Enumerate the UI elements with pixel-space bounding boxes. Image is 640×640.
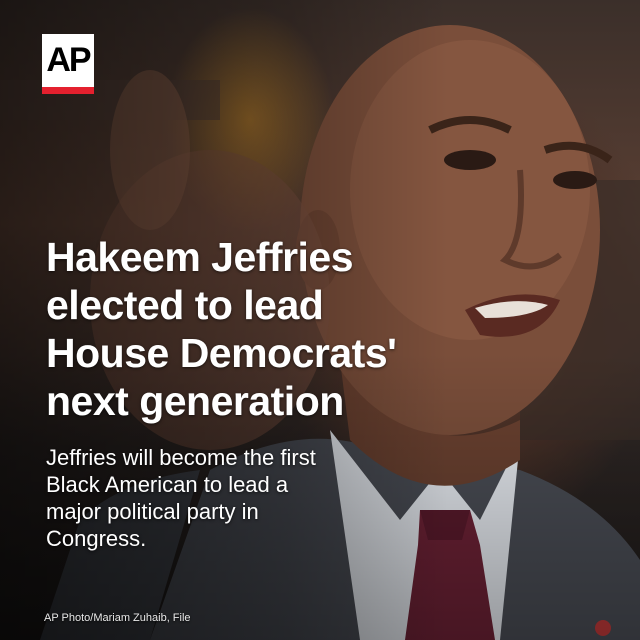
subhead: Jeffries will become the first Black Ame… <box>46 445 316 551</box>
photo-credit: AP Photo/Mariam Zuhaib, File <box>44 612 191 624</box>
ap-logo-text: AP <box>46 41 91 79</box>
ap-logo: AP <box>42 34 94 94</box>
headline: Hakeem Jeffries elected to lead House De… <box>46 234 397 424</box>
news-card: AP Hakeem Jeffries elected to lead House… <box>0 0 640 640</box>
ap-logo-bar <box>42 87 94 94</box>
